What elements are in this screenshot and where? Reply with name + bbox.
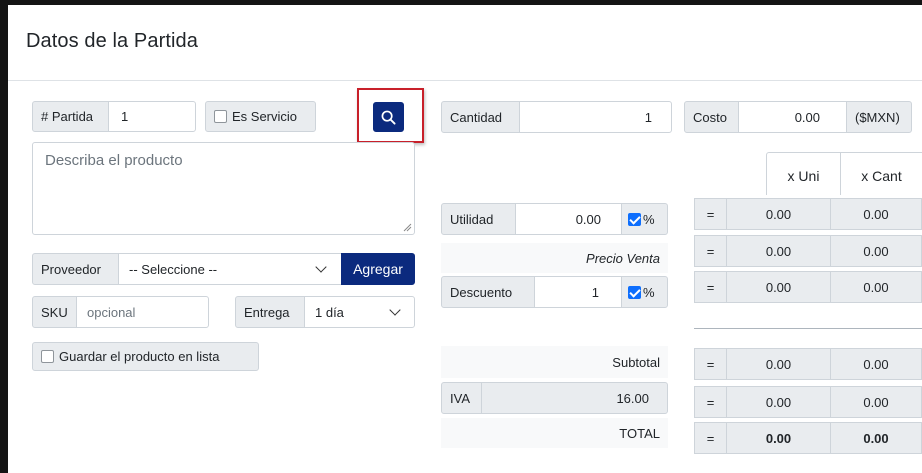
equals-sign: = (694, 422, 727, 454)
utilidad-percent-toggle[interactable]: % (621, 203, 668, 235)
iva-label: IVA (441, 382, 482, 414)
utilidad-percent-checkbox[interactable] (628, 212, 641, 226)
resize-handle-icon[interactable] (402, 222, 412, 232)
iva-value: 16.00 (481, 382, 668, 414)
costo-value: 0.00 (794, 109, 820, 125)
utilidad-label: Utilidad (441, 203, 516, 235)
precio-venta-label: Precio Venta (441, 243, 668, 273)
descuento-label: Descuento (441, 276, 535, 308)
es-servicio-label: Es Servicio (232, 109, 298, 124)
descuento-value: 1 (591, 284, 599, 300)
cantidad-label: Cantidad (441, 101, 520, 133)
equals-sign: = (694, 348, 727, 380)
chevron-down-icon (389, 304, 401, 316)
partida-value: 1 (121, 109, 129, 124)
descuento-percent-label: % (643, 284, 655, 300)
guardar-checkbox[interactable]: Guardar el producto en lista (32, 342, 259, 371)
descuento-percent-checkbox[interactable] (628, 285, 641, 299)
search-button[interactable] (373, 102, 404, 132)
total-label: TOTAL (441, 418, 668, 448)
costo-label: Costo (684, 101, 739, 133)
iva-cant-value: 0.00 (830, 386, 922, 418)
entrega-selected: 1 día (315, 304, 344, 320)
search-icon (381, 110, 396, 125)
sku-input[interactable]: opcional (76, 296, 209, 328)
cantidad-input[interactable]: 1 (519, 101, 672, 133)
agregar-button[interactable]: Agregar (341, 253, 415, 285)
partida-input[interactable]: 1 (108, 101, 196, 132)
descuento-percent-toggle[interactable]: % (621, 276, 668, 308)
proveedor-label: Proveedor (32, 253, 119, 285)
iva-uni-value: 0.00 (726, 386, 831, 418)
costo-input[interactable]: 0.00 (738, 101, 847, 133)
subtotal-label: Subtotal (441, 346, 668, 378)
utilidad-input[interactable]: 0.00 (515, 203, 622, 235)
sku-placeholder: opcional (87, 304, 136, 320)
precio-venta-cant-value: 0.00 (830, 235, 922, 267)
chevron-down-icon (315, 261, 327, 273)
totals-divider (694, 328, 922, 329)
equals-sign: = (694, 198, 727, 230)
equals-sign: = (694, 271, 727, 303)
cantidad-value: 1 (644, 109, 652, 125)
description-placeholder: Describa el producto (45, 152, 183, 169)
partida-label: # Partida (32, 101, 109, 132)
utilidad-value: 0.00 (575, 211, 601, 227)
guardar-checkbox-box[interactable] (41, 350, 54, 363)
entrega-label: Entrega (235, 296, 305, 328)
window-frame-left (0, 0, 8, 473)
sku-label: SKU (32, 296, 77, 328)
total-cant-value: 0.00 (830, 422, 922, 454)
precio-venta-uni-value: 0.00 (726, 235, 831, 267)
descuento-input[interactable]: 1 (534, 276, 622, 308)
equals-sign: = (694, 235, 727, 267)
es-servicio-checkbox[interactable]: Es Servicio (205, 101, 316, 132)
subtotal-uni-value: 0.00 (726, 348, 831, 380)
description-textarea[interactable]: Describa el producto (32, 142, 415, 235)
subtotal-cant-value: 0.00 (830, 348, 922, 380)
proveedor-selected: -- Seleccione -- (129, 261, 218, 277)
guardar-label: Guardar el producto en lista (59, 349, 220, 364)
utilidad-percent-label: % (643, 211, 655, 227)
es-servicio-checkbox-box[interactable] (214, 110, 227, 123)
col-header-uni: x Uni (766, 152, 841, 195)
total-uni-value: 0.00 (726, 422, 831, 454)
proveedor-select[interactable]: -- Seleccione -- (118, 253, 342, 285)
header-divider (8, 80, 922, 81)
descuento-uni-value: 0.00 (726, 271, 831, 303)
modal-title: Datos de la Partida (26, 30, 198, 52)
descuento-cant-value: 0.00 (830, 271, 922, 303)
utilidad-uni-value: 0.00 (726, 198, 831, 230)
utilidad-cant-value: 0.00 (830, 198, 922, 230)
equals-sign: = (694, 386, 727, 418)
col-header-cant: x Cant (840, 152, 922, 195)
entrega-select[interactable]: 1 día (304, 296, 415, 328)
currency-label: ($MXN) (846, 101, 912, 133)
